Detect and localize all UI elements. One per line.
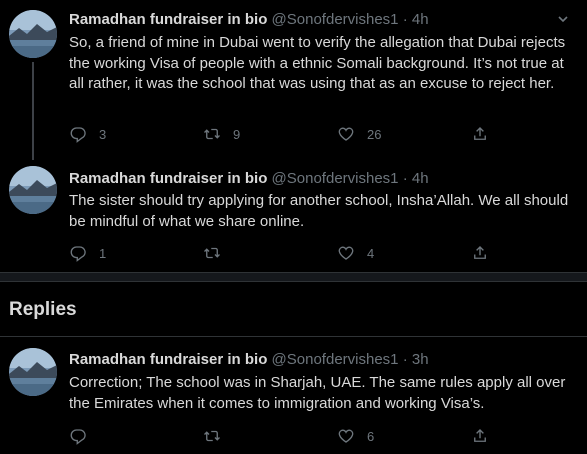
section-title: Replies: [9, 299, 77, 320]
retweet-button[interactable]: [203, 243, 233, 263]
chevron-down-icon[interactable]: [557, 13, 569, 25]
reply-icon: [70, 246, 86, 262]
display-name[interactable]: Ramadhan fundraiser in bio: [69, 11, 267, 28]
share-button[interactable]: [471, 124, 489, 144]
reply-button[interactable]: 3: [69, 124, 106, 144]
share-button[interactable]: [471, 426, 489, 446]
avatar[interactable]: [9, 10, 57, 58]
handle[interactable]: @Sonofdervishes1: [272, 11, 399, 28]
tweet-text: So, a friend of mine in Dubai went to ve…: [69, 34, 566, 93]
tweet-text: The sister should try applying for anoth…: [69, 192, 569, 230]
tweet-header: Ramadhan fundraiser in bio @Sonofdervish…: [69, 350, 429, 369]
share-icon: [474, 429, 486, 442]
tweet-actions: 3 9 26: [69, 124, 574, 144]
timestamp[interactable]: · 4h: [403, 11, 429, 28]
tweet[interactable]: Ramadhan fundraiser in bio @Sonofdervish…: [0, 160, 587, 270]
avatar[interactable]: [9, 166, 57, 214]
thread-line: [32, 62, 34, 160]
reply-button[interactable]: 1: [69, 243, 106, 263]
like-button[interactable]: 4: [337, 243, 374, 263]
retweet-button[interactable]: 9: [203, 124, 240, 144]
retweet-icon: [204, 128, 220, 140]
reply-count: 3: [99, 126, 107, 142]
heart-icon: [338, 127, 354, 141]
tweet[interactable]: Ramadhan fundraiser in bio @Sonofdervish…: [0, 0, 587, 160]
like-count: 26: [367, 126, 382, 142]
tweet[interactable]: Ramadhan fundraiser in bio @Sonofdervish…: [0, 337, 587, 454]
display-name[interactable]: Ramadhan fundraiser in bio: [69, 351, 267, 368]
like-count: 4: [367, 245, 375, 261]
reply-icon: [70, 429, 86, 445]
handle[interactable]: @Sonofdervishes1: [272, 170, 399, 187]
display-name[interactable]: Ramadhan fundraiser in bio: [69, 170, 267, 187]
reply-button[interactable]: [69, 426, 99, 446]
timestamp[interactable]: · 4h: [403, 170, 429, 187]
tweet-text: Correction; The school was in Sharjah, U…: [69, 374, 566, 412]
retweet-icon: [204, 430, 220, 442]
retweet-button[interactable]: [203, 426, 233, 446]
like-button[interactable]: 6: [337, 426, 374, 446]
timestamp[interactable]: · 3h: [403, 351, 429, 368]
handle[interactable]: @Sonofdervishes1: [272, 351, 399, 368]
share-icon: [474, 127, 486, 140]
heart-icon: [338, 429, 354, 443]
like-count: 6: [367, 428, 375, 444]
retweet-count: 9: [233, 126, 241, 142]
section-divider: [0, 272, 587, 282]
reply-icon: [70, 127, 86, 143]
share-button[interactable]: [471, 243, 489, 263]
reply-count: 1: [99, 245, 107, 261]
tweet-actions: 1 4: [69, 243, 574, 263]
share-icon: [474, 246, 486, 259]
like-button[interactable]: 26: [337, 124, 381, 144]
tweet-actions: 6: [69, 426, 574, 446]
tweet-header: Ramadhan fundraiser in bio @Sonofdervish…: [69, 169, 429, 188]
retweet-icon: [204, 247, 220, 259]
heart-icon: [338, 246, 354, 260]
tweet-header: Ramadhan fundraiser in bio @Sonofdervish…: [69, 10, 429, 29]
avatar[interactable]: [9, 348, 57, 396]
